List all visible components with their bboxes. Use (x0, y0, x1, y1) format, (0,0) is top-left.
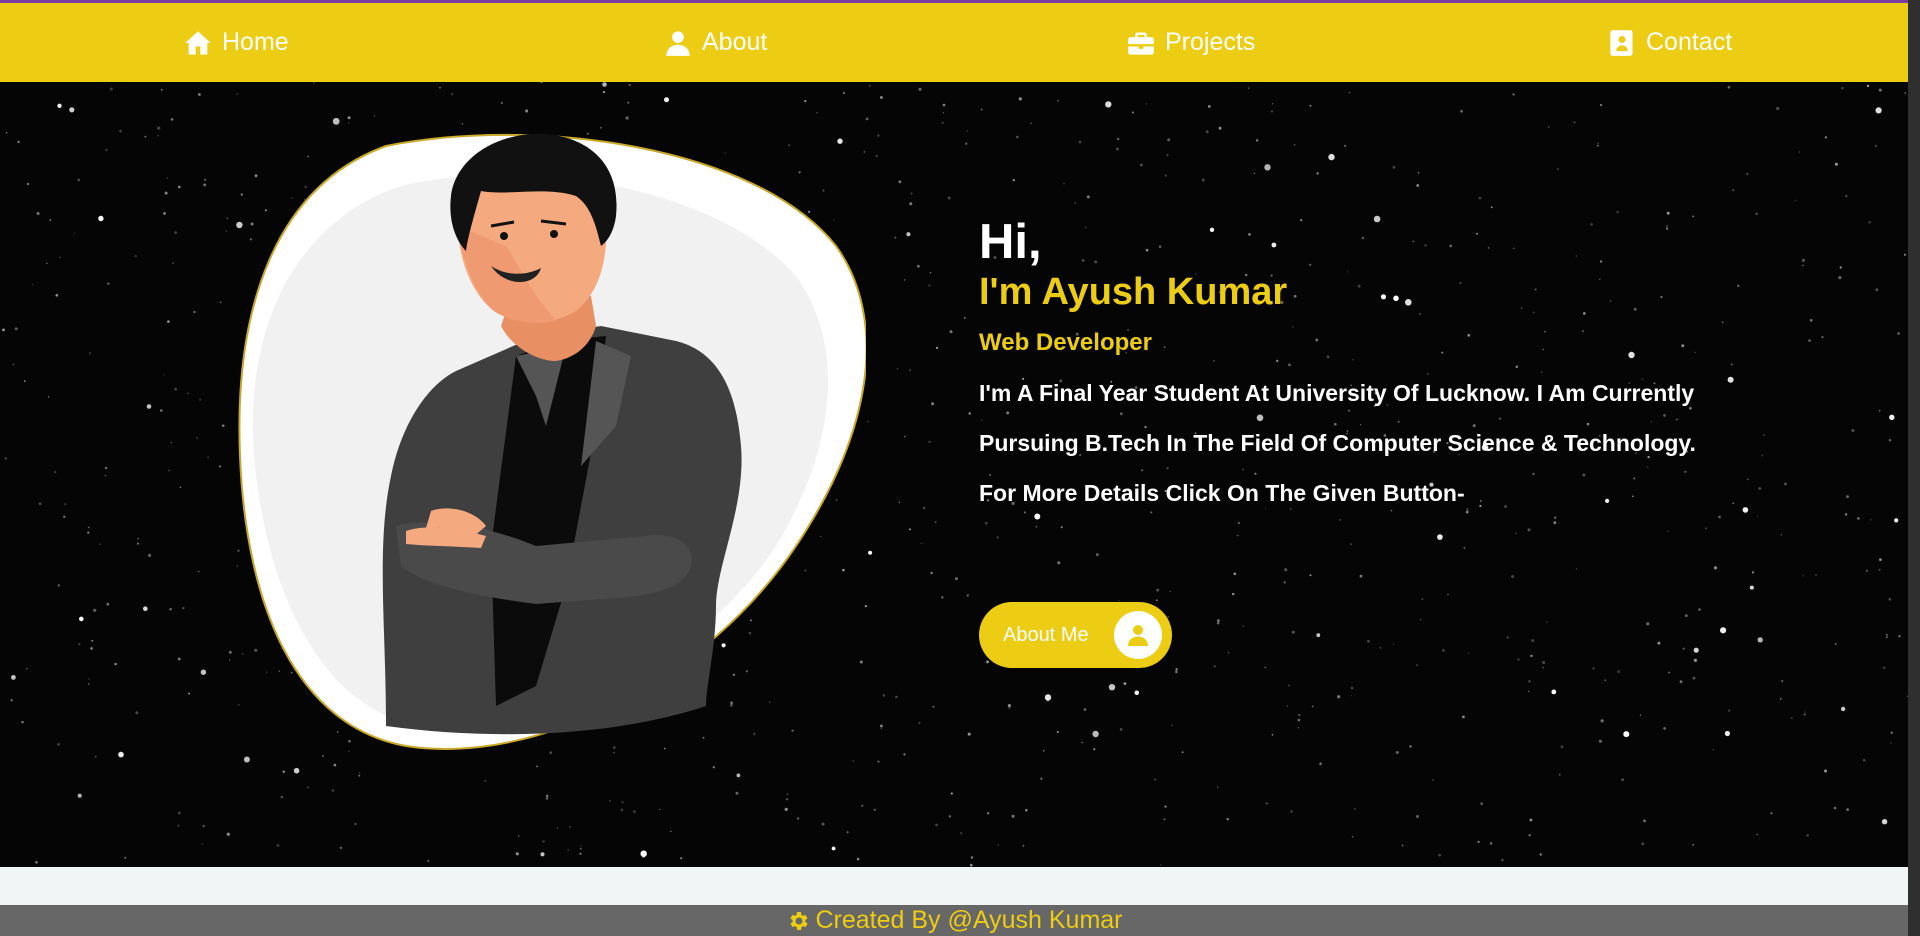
nav-home-label: Home (222, 28, 289, 56)
nav-contact-label: Contact (1646, 28, 1733, 56)
nav-projects-label: Projects (1165, 28, 1256, 56)
nav-about-label: About (702, 28, 768, 56)
hero-section: Hi, I'm Ayush Kumar Web Developer I'm A … (0, 82, 1908, 867)
nav-home-link[interactable]: Home (184, 3, 289, 82)
intro-text: Hi, I'm Ayush Kumar Web Developer I'm A … (979, 212, 1819, 518)
user-icon (1114, 611, 1162, 659)
navbar: Home About Projects Contact (0, 3, 1908, 82)
name-heading: I'm Ayush Kumar (979, 271, 1288, 313)
about-me-button-label: About Me (1003, 623, 1089, 646)
bio-paragraph: I'm A Final Year Student At University O… (979, 380, 1696, 456)
nav-projects-link[interactable]: Projects (1127, 3, 1255, 82)
gear-icon (789, 911, 808, 930)
briefcase-icon (1128, 32, 1154, 55)
cta-text: For More Details Click On The Given Butt… (979, 480, 1465, 506)
role-subtitle: Web Developer (979, 329, 1152, 356)
nav-contact-link[interactable]: Contact (1608, 3, 1732, 82)
footer-credit: Created By @Ayush Kumar (815, 906, 1123, 934)
nav-about-link[interactable]: About (664, 3, 767, 82)
home-icon (185, 30, 211, 55)
section-divider (0, 867, 1908, 905)
greeting-heading: Hi, (979, 215, 1042, 269)
window-edge (1908, 0, 1920, 936)
contact-book-icon (1610, 29, 1633, 56)
user-icon (666, 30, 690, 56)
avatar-illustration (236, 126, 868, 758)
footer: Created By @Ayush Kumar (0, 905, 1908, 936)
about-me-button[interactable]: About Me (979, 602, 1172, 668)
